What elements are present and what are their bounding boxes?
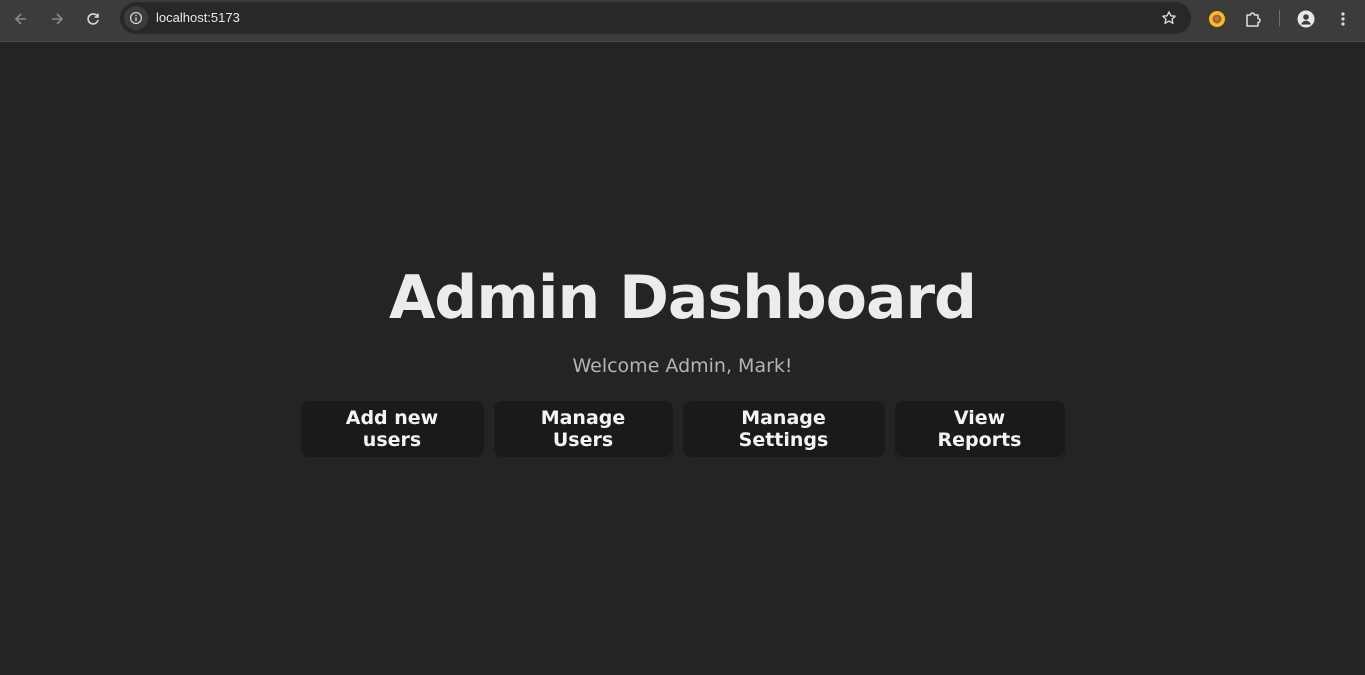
forward-arrow-icon: [52, 13, 64, 25]
site-info-button[interactable]: [124, 6, 148, 30]
manage-settings-button[interactable]: Manage Settings: [682, 401, 885, 457]
chrome-menu-button[interactable]: [1330, 6, 1356, 32]
bookmark-star-icon[interactable]: [1161, 10, 1177, 26]
reload-icon: [87, 13, 99, 25]
kebab-menu-icon: [1341, 12, 1345, 26]
forward-button[interactable]: [43, 5, 71, 33]
welcome-message: Welcome Admin, Mark!: [572, 355, 793, 377]
page-title: Admin Dashboard: [389, 263, 977, 333]
add-new-users-button[interactable]: Add new users: [300, 401, 484, 457]
toolbar-separator: [1279, 10, 1280, 26]
view-reports-button[interactable]: View Reports: [894, 401, 1065, 457]
back-arrow-icon: [14, 13, 26, 25]
action-buttons: Add new users Manage Users Manage Settin…: [0, 401, 1365, 457]
profile-icon: [1297, 10, 1315, 28]
reload-button[interactable]: [79, 5, 107, 33]
extensions-menu-button[interactable]: [1240, 6, 1266, 32]
site-info-icon: [130, 12, 142, 24]
url-text[interactable]: localhost:5173: [156, 10, 240, 25]
browser-toolbar: localhost:5173: [0, 0, 1365, 42]
extension-icon: [1209, 11, 1225, 27]
extension-button[interactable]: [1204, 6, 1230, 32]
profile-button[interactable]: [1293, 6, 1319, 32]
back-button[interactable]: [7, 5, 35, 33]
address-bar[interactable]: localhost:5173: [120, 2, 1191, 34]
dashboard-page: Admin Dashboard Welcome Admin, Mark! Add…: [0, 42, 1365, 675]
manage-users-button[interactable]: Manage Users: [493, 401, 673, 457]
puzzle-icon: [1246, 12, 1261, 27]
